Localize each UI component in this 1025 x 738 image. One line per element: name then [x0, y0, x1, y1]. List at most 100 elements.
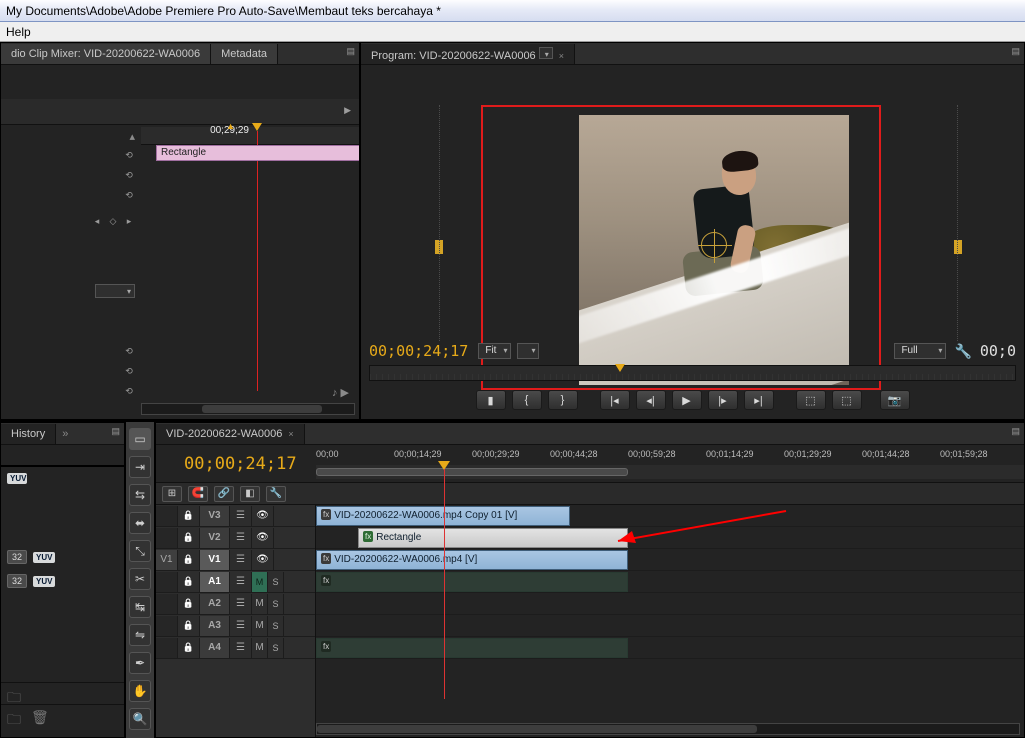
solo-a1[interactable]: S — [268, 572, 284, 592]
sync-a4[interactable]: ☰ — [230, 638, 252, 658]
mute-a2[interactable]: M — [252, 594, 268, 614]
lock-v1[interactable] — [178, 550, 200, 570]
src-patch-v1[interactable]: V1 — [156, 550, 178, 570]
track-name-v2[interactable]: V2 — [200, 528, 230, 548]
src-patch-a4[interactable] — [156, 638, 178, 658]
sync-a1[interactable]: ☰ — [230, 572, 252, 592]
slip-tool[interactable]: ↹ — [129, 596, 151, 618]
mute-a3[interactable]: M — [252, 616, 268, 636]
eye-v2[interactable] — [252, 528, 274, 548]
zoom-options-dropdown[interactable] — [517, 343, 539, 359]
timeline-ruler[interactable]: 00;00 00;00;14;29 00;00;29;29 00;00;44;2… — [316, 445, 1024, 482]
reset-icon[interactable]: ⟲ — [123, 345, 135, 357]
timeline-timecode[interactable]: 00;00;24;17 — [156, 454, 297, 474]
track-name-a1[interactable]: A1 — [200, 572, 230, 592]
panel-menu-icon[interactable]: ▤ — [1011, 426, 1020, 437]
hand-tool[interactable]: ✋ — [129, 680, 151, 702]
play-button[interactable]: ▶ — [672, 390, 702, 410]
tab-overflow-icon[interactable]: » — [56, 428, 74, 440]
export-frame-button[interactable]: 📷 — [880, 390, 910, 410]
lock-v3[interactable] — [178, 506, 200, 526]
lock-a1[interactable] — [178, 572, 200, 592]
trash-icon[interactable]: 🗑 — [31, 709, 49, 733]
slide-tool[interactable]: ⇋ — [129, 624, 151, 646]
menu-help[interactable]: Help — [6, 25, 31, 39]
reset-icon[interactable]: ⟲ — [123, 365, 135, 377]
clip-a4[interactable]: fx — [316, 638, 628, 658]
eye-v3[interactable] — [252, 506, 274, 526]
menu-bar[interactable]: Help — [0, 22, 1025, 42]
sync-a2[interactable]: ☰ — [230, 594, 252, 614]
timeline-content[interactable]: fxVID-20200622-WA0006.mp4 Copy 01 [V] fx… — [316, 505, 1024, 737]
trim-handle-right[interactable] — [954, 240, 962, 254]
ripple-edit-tool[interactable]: ⇆ — [129, 484, 151, 506]
sync-v3[interactable]: ☰ — [230, 506, 252, 526]
go-to-out-button[interactable]: ▸| — [744, 390, 774, 410]
solo-a3[interactable]: S — [268, 616, 284, 636]
close-tab-icon[interactable]: × — [559, 51, 564, 61]
src-patch-v3[interactable] — [156, 506, 178, 526]
src-patch-v2[interactable] — [156, 528, 178, 548]
extract-button[interactable]: ⬚ — [832, 390, 862, 410]
reset-icon[interactable]: ⟲ — [123, 169, 135, 181]
lock-a2[interactable] — [178, 594, 200, 614]
add-marker-button[interactable]: ▮ — [476, 390, 506, 410]
source-scrollbar-h[interactable] — [141, 403, 355, 415]
work-area-bar[interactable] — [316, 468, 628, 476]
settings-toggle[interactable]: 🔧 — [266, 486, 286, 502]
next-keyframe-icon[interactable]: ▸ — [123, 215, 135, 227]
nest-toggle[interactable]: ⊞ — [162, 486, 182, 502]
clip-v2-title[interactable]: fxRectangle — [358, 528, 628, 548]
reset-icon[interactable]: ⟲ — [123, 385, 135, 397]
source-ruler[interactable]: 00;29;29 ▲ — [141, 127, 359, 145]
lock-v2[interactable] — [178, 528, 200, 548]
lock-a3[interactable] — [178, 616, 200, 636]
marker-out-icon[interactable]: ▲ — [226, 121, 235, 131]
source-clip-rectangle[interactable]: Rectangle — [156, 145, 359, 161]
track-name-v1[interactable]: V1 — [200, 550, 230, 570]
lock-a4[interactable] — [178, 638, 200, 658]
program-timecode[interactable]: 00;00;24;17 — [369, 342, 468, 360]
track-name-a2[interactable]: A2 — [200, 594, 230, 614]
reset-icon[interactable]: ⟲ — [123, 149, 135, 161]
rolling-edit-tool[interactable]: ⬌ — [129, 512, 151, 534]
program-playhead-marker[interactable] — [615, 364, 625, 372]
src-patch-a3[interactable] — [156, 616, 178, 636]
anchor-reticle-icon[interactable] — [701, 232, 727, 258]
zoom-fit-dropdown[interactable]: Fit — [478, 343, 511, 359]
source-playhead-head[interactable] — [252, 123, 262, 131]
clip-v3[interactable]: fxVID-20200622-WA0006.mp4 Copy 01 [V] — [316, 506, 570, 526]
zoom-tool[interactable]: 🔍 — [129, 708, 151, 730]
settings-wrench-icon[interactable]: 🔧 — [954, 343, 971, 360]
selection-tool[interactable]: ▭ — [129, 428, 151, 450]
solo-a4[interactable]: S — [268, 638, 284, 658]
go-to-in-button[interactable]: |◂ — [600, 390, 630, 410]
src-patch-a2[interactable] — [156, 594, 178, 614]
close-tab-icon[interactable]: × — [288, 429, 293, 439]
program-seq-dropdown[interactable] — [539, 47, 553, 59]
tab-clip-mixer[interactable]: dio Clip Mixer: VID-20200622-WA0006 — [1, 44, 211, 64]
linked-selection-toggle[interactable]: 🔗 — [214, 486, 234, 502]
track-name-a3[interactable]: A3 — [200, 616, 230, 636]
tab-history[interactable]: History — [1, 424, 56, 444]
step-forward-button[interactable]: |▸ — [708, 390, 738, 410]
mute-a1[interactable]: M — [252, 572, 268, 592]
step-back-button[interactable]: ◂| — [636, 390, 666, 410]
program-scrub-bar[interactable] — [369, 365, 1016, 381]
fx-preset-2[interactable]: 32YUV — [7, 574, 118, 588]
tab-metadata[interactable]: Metadata — [211, 44, 278, 64]
tab-sequence[interactable]: VID-20200622-WA0006× — [156, 424, 305, 444]
timeline-scrollbar-h[interactable] — [316, 723, 1020, 735]
panel-menu-icon[interactable]: ▤ — [111, 426, 120, 437]
panel-menu-icon[interactable]: ▤ — [346, 46, 355, 57]
solo-a2[interactable]: S — [268, 594, 284, 614]
lift-button[interactable]: ⬚ — [796, 390, 826, 410]
track-select-tool[interactable]: ⇥ — [129, 456, 151, 478]
razor-tool[interactable]: ✂ — [129, 568, 151, 590]
mark-out-button[interactable]: } — [548, 390, 578, 410]
sync-v2[interactable]: ☰ — [230, 528, 252, 548]
eye-v1[interactable] — [252, 550, 274, 570]
blend-dropdown[interactable] — [95, 284, 135, 298]
sync-a3[interactable]: ☰ — [230, 616, 252, 636]
rate-stretch-tool[interactable]: ⤡ — [129, 540, 151, 562]
